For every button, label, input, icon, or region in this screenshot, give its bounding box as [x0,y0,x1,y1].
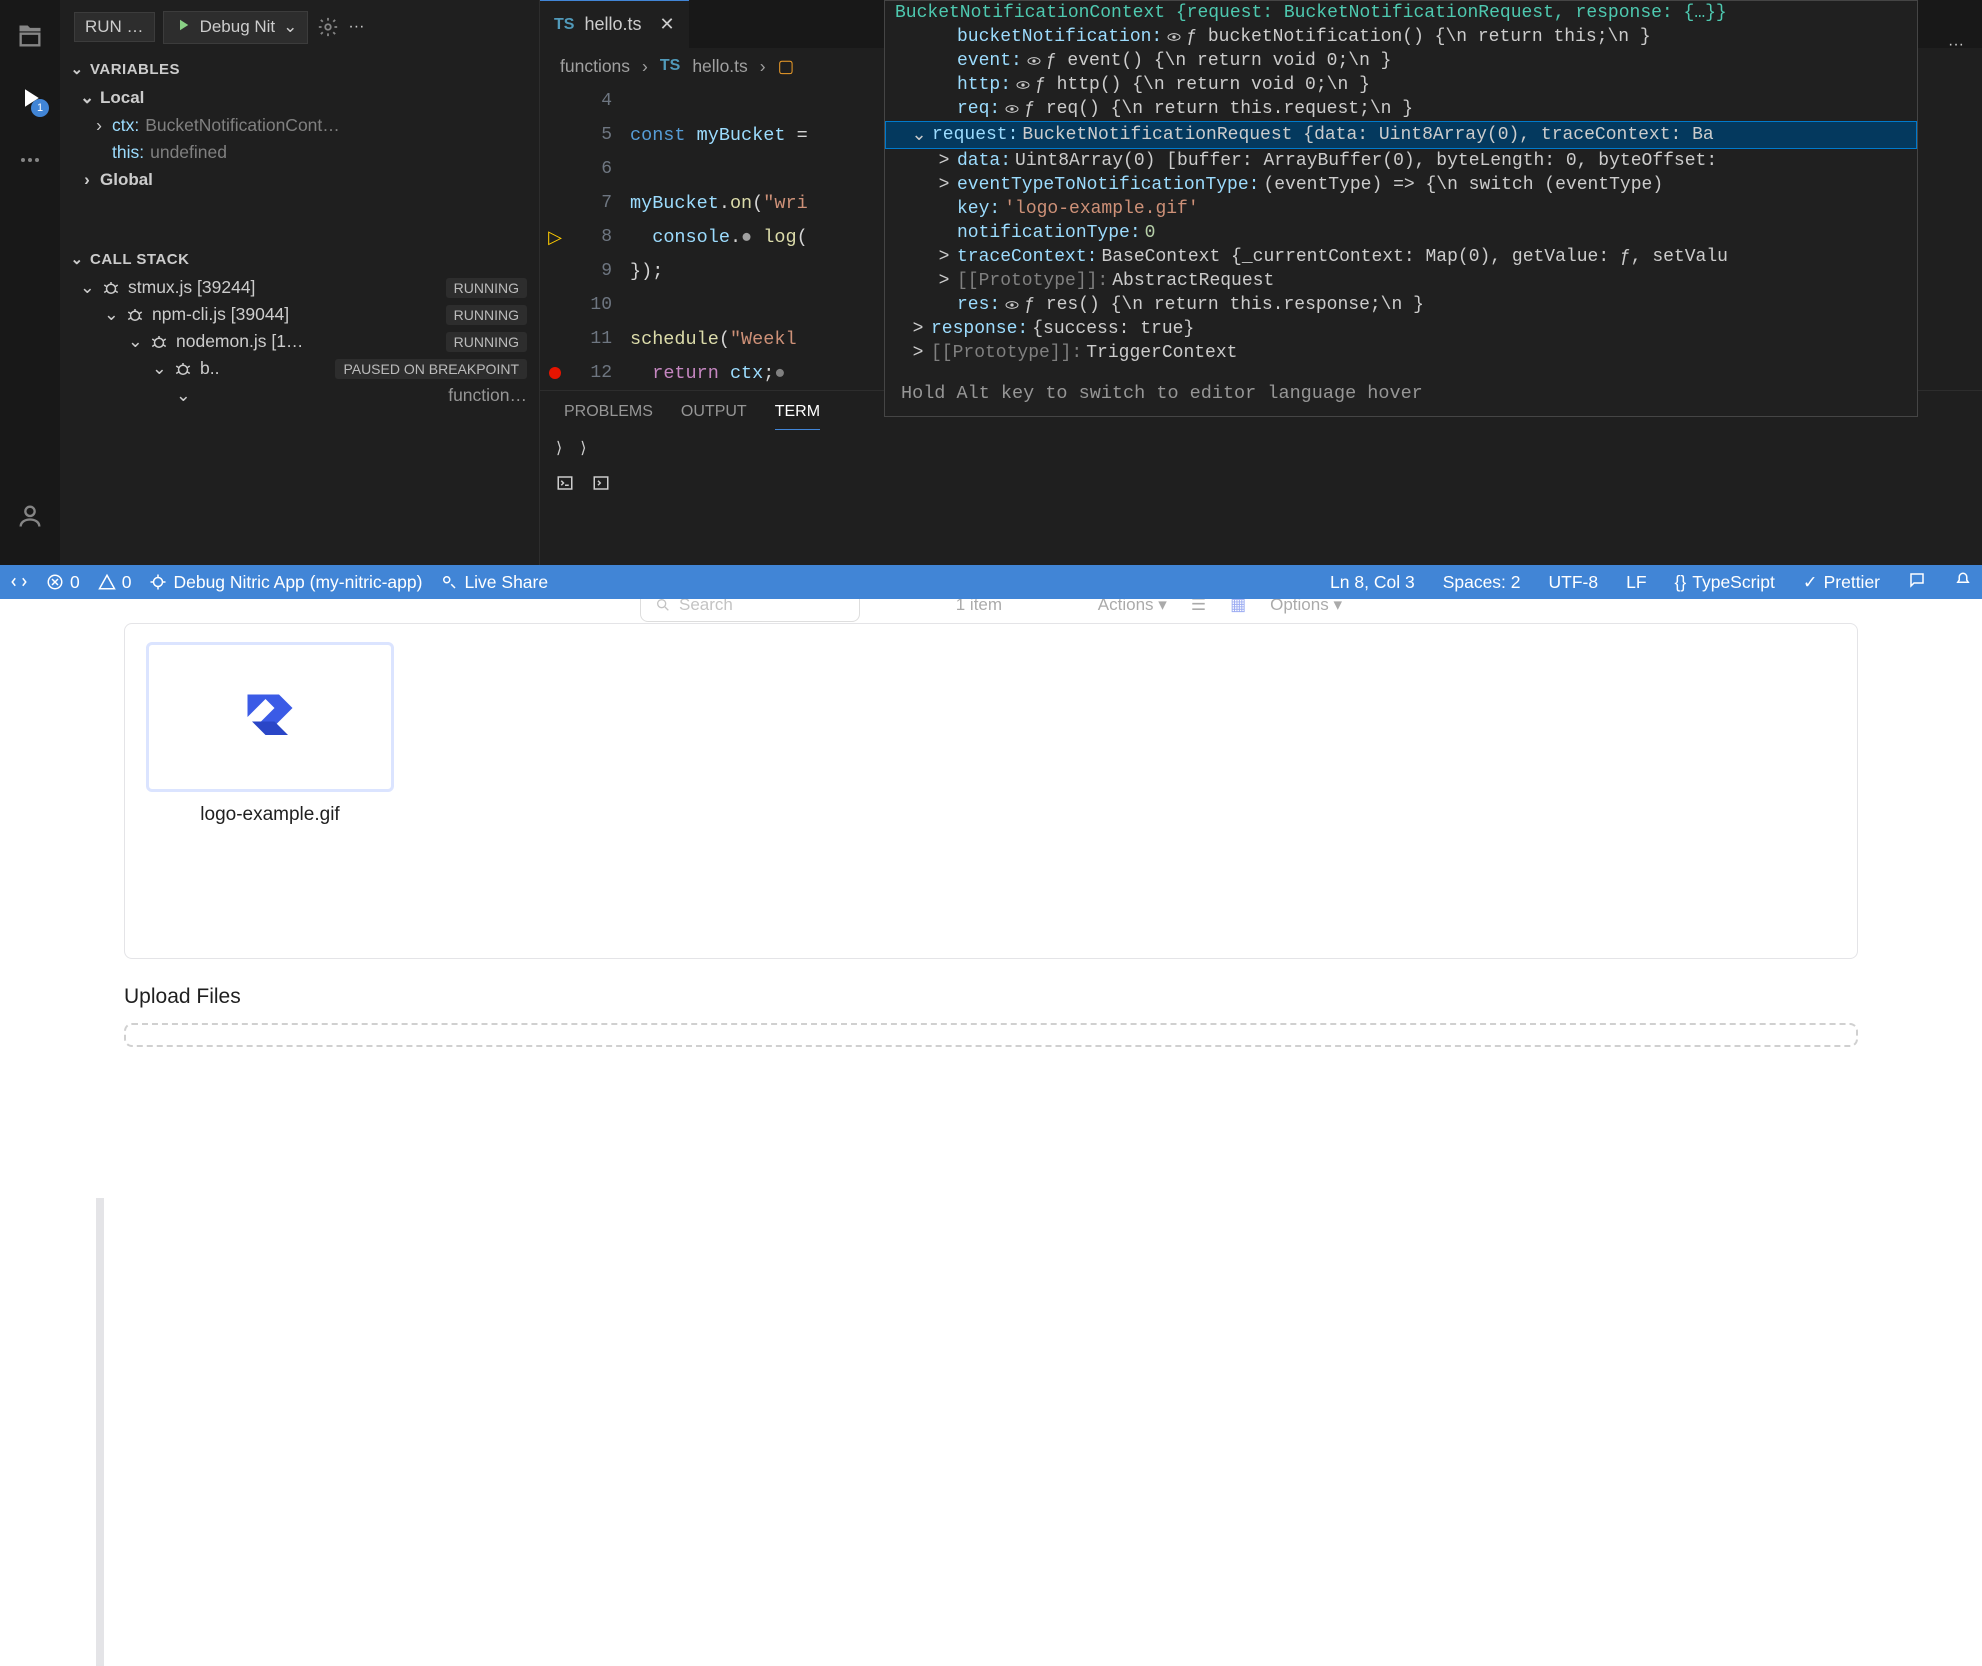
explorer-icon[interactable] [14,20,46,52]
hover-property[interactable]: event: ƒ event() {\n return void 0;\n } [885,49,1917,73]
hover-property[interactable]: notificationType: 0 [885,221,1917,245]
debug-status[interactable]: Debug Nitric App (my-nitric-app) [149,572,422,593]
variable-this[interactable]: this: undefined [60,139,539,166]
callstack-row[interactable]: ⌄b..PAUSED ON BREAKPOINT [60,355,539,382]
vscode-window: 1 RUN … Debug Nit ⌄ ··· ⌄VARIABLES ⌄Loca… [0,0,1982,608]
debug-config-dropdown[interactable]: Debug Nit ⌄ [163,11,309,44]
cursor-position[interactable]: Ln 8, Col 3 [1330,572,1415,593]
status-bar: 0 0 Debug Nitric App (my-nitric-app) Liv… [0,565,1982,599]
logo-icon [225,672,315,762]
eol-status[interactable]: LF [1626,572,1646,593]
language-status[interactable]: {} TypeScript [1675,572,1775,593]
account-icon[interactable] [14,500,46,532]
more-icon[interactable] [14,144,46,176]
warnings-badge[interactable]: 0 [98,572,132,593]
hover-property[interactable]: http: ƒ http() {\n return void 0;\n } [885,73,1917,97]
formatter-status[interactable]: ✓ Prettier [1803,572,1880,593]
start-debug-icon [174,16,192,39]
hover-header: BucketNotificationContext {request: Buck… [885,1,1917,25]
symbol-icon: ▢ [778,56,795,77]
hover-property[interactable]: >traceContext: BaseContext {_currentCont… [885,245,1917,269]
hover-property[interactable]: key: 'logo-example.gif' [885,197,1917,221]
browser-bucket-view: Search 1 item Actions ▾ ☰ ▦ Options ▾ lo… [0,599,1982,1067]
editor-actions-icon[interactable]: ··· [1948,36,1964,54]
tab-hello-ts[interactable]: TS hello.ts ✕ [540,0,689,48]
terminal-icon[interactable] [556,474,574,497]
debug-console-icon[interactable] [592,474,610,497]
upload-header: Upload Files [124,985,1858,1009]
hover-property[interactable]: >[[Prototype]]: AbstractRequest [885,269,1917,293]
debug-sidebar: RUN … Debug Nit ⌄ ··· ⌄VARIABLES ⌄Local … [60,0,540,608]
debug-hover-tooltip: BucketNotificationContext {request: Buck… [884,0,1918,417]
hover-property[interactable]: res: ƒ res() {\n return this.response;\n… [885,293,1917,317]
close-tab-icon[interactable]: ✕ [660,14,675,35]
bucket-files: logo-example.gif [124,623,1858,959]
hover-property[interactable]: >[[Prototype]]: TriggerContext [885,341,1917,365]
hover-property[interactable]: >data: Uint8Array(0) [buffer: ArrayBuffe… [885,149,1917,173]
typescript-icon: TS [660,57,680,75]
activity-bar: 1 [0,0,60,608]
tab-terminal[interactable]: TERM [775,403,820,430]
callstack-row[interactable]: ⌄nodemon.js [1…RUNNING [60,328,539,355]
run-debug-icon[interactable]: 1 [14,82,46,114]
feedback-icon[interactable] [1908,571,1926,594]
global-scope[interactable]: ›Global [60,166,539,194]
errors-badge[interactable]: 0 [46,572,80,593]
callstack-row[interactable]: ⌄function… [60,382,539,409]
config-gear-icon[interactable] [316,15,340,39]
nav-sidebar [96,1198,104,1666]
variable-ctx[interactable]: ›ctx: BucketNotificationCont… [60,112,539,139]
debug-badge: 1 [31,99,49,117]
remote-icon[interactable] [10,573,28,591]
hover-hint: Hold Alt key to switch to editor languag… [885,365,1917,412]
tab-output[interactable]: OUTPUT [681,403,747,430]
run-label[interactable]: RUN … [74,12,155,42]
debug-step-icon[interactable]: ⟩ [556,438,562,458]
file-item[interactable]: logo-example.gif [145,642,395,826]
indent-status[interactable]: Spaces: 2 [1443,572,1521,593]
bell-icon[interactable] [1954,571,1972,594]
hover-property[interactable]: >eventTypeToNotificationType: (eventType… [885,173,1917,197]
debug-continue-icon[interactable]: ⟩ [580,438,586,458]
callstack-row[interactable]: ⌄stmux.js [39244]RUNNING [60,274,539,301]
file-thumbnail [146,642,394,792]
encoding-status[interactable]: UTF-8 [1549,572,1599,593]
callstack-row[interactable]: ⌄npm-cli.js [39044]RUNNING [60,301,539,328]
local-scope[interactable]: ⌄Local [60,84,539,112]
call-stack-section[interactable]: ⌄CALL STACK [60,244,539,274]
hover-property[interactable]: ⌄request: BucketNotificationRequest {dat… [885,121,1917,149]
chevron-down-icon: ⌄ [283,17,297,37]
upload-dropzone[interactable] [124,1023,1858,1047]
live-share[interactable]: Live Share [440,572,548,593]
variables-section[interactable]: ⌄VARIABLES [60,54,539,84]
hover-property[interactable]: bucketNotification: ƒ bucketNotification… [885,25,1917,49]
typescript-icon: TS [554,16,574,34]
debug-toolbar: RUN … Debug Nit ⌄ ··· [60,0,539,54]
tab-problems[interactable]: PROBLEMS [564,403,653,430]
more-icon[interactable]: ··· [348,18,364,36]
hover-property[interactable]: >response: {success: true} [885,317,1917,341]
file-name: logo-example.gif [200,804,339,826]
hover-property[interactable]: req: ƒ req() {\n return this.request;\n … [885,97,1917,121]
